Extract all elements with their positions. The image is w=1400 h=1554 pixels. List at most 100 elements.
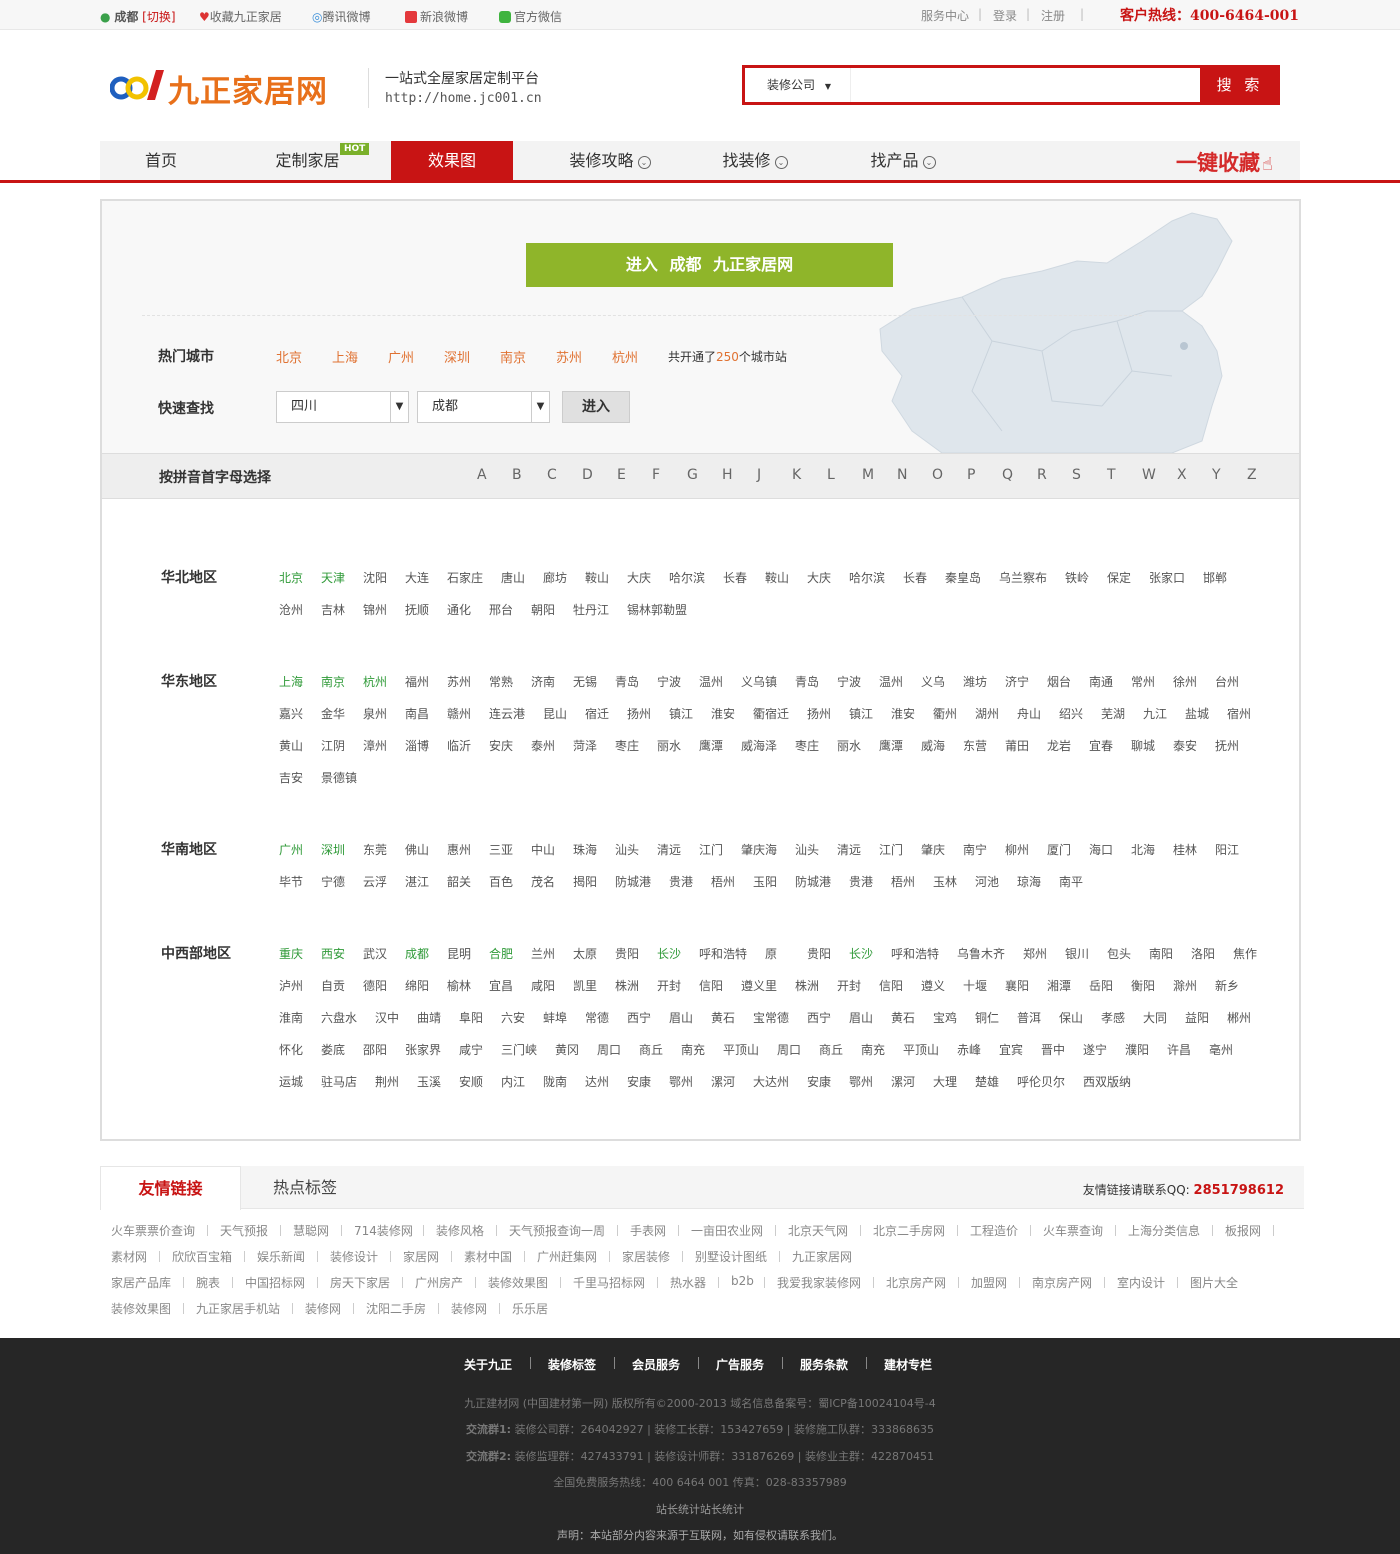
enter-city-site-button[interactable]: 进入 成都 九正家居网 [526,243,893,287]
city-link[interactable]: 威海泽 [741,737,777,754]
city-link[interactable]: 揭阳 [573,873,597,890]
city-link[interactable]: 百色 [489,873,513,890]
city-link[interactable]: 吉安 [279,769,303,786]
friend-link[interactable]: 家居网 [403,1248,439,1265]
city-link[interactable]: 达州 [585,1073,609,1090]
city-link[interactable]: 漳州 [363,737,387,754]
city-link[interactable]: 玉溪 [417,1073,441,1090]
pinyin-letter-link[interactable]: G [687,467,698,483]
city-link[interactable]: 徐州 [1173,673,1197,690]
city-link[interactable]: 淮南 [279,1009,303,1026]
city-link[interactable]: 洛阳 [1191,945,1215,962]
city-link[interactable]: 驻马店 [321,1073,357,1090]
pinyin-letter-link[interactable]: M [862,467,874,483]
city-link[interactable]: 中山 [531,841,555,858]
city-link[interactable]: 锦州 [363,601,387,618]
footer-nav-link[interactable]: 关于九正 [464,1356,512,1373]
city-link[interactable]: 三亚 [489,841,513,858]
friend-link[interactable]: 热水器 [670,1274,706,1291]
city-link[interactable]: 菏泽 [573,737,597,754]
friend-link[interactable]: 火车票票价查询 [111,1222,195,1239]
city-link[interactable]: 鄂州 [669,1073,693,1090]
search-button[interactable]: 搜 索 [1200,65,1280,105]
city-link[interactable]: 临沂 [447,737,471,754]
friend-link[interactable]: 家居装修 [622,1248,670,1265]
city-link[interactable]: 桂林 [1173,841,1197,858]
city-link[interactable]: 北京 [279,569,303,586]
friend-link[interactable]: 手表网 [630,1222,666,1239]
city-link[interactable]: 惠州 [447,841,471,858]
city-link[interactable]: 济南 [531,673,555,690]
city-link[interactable]: 海口 [1089,841,1113,858]
hot-city-link[interactable]: 上海 [332,347,358,366]
friend-link[interactable]: 千里马招标网 [573,1274,645,1291]
city-link[interactable]: 平顶山 [903,1041,939,1058]
city-link[interactable]: 贵港 [669,873,693,890]
city-link[interactable]: 泸州 [279,977,303,994]
pinyin-letter-link[interactable]: C [547,467,557,483]
city-link[interactable]: 淮安 [891,705,915,722]
city-link[interactable]: 宿迁 [585,705,609,722]
city-link[interactable]: 牡丹江 [573,601,609,618]
city-link[interactable]: 眉山 [849,1009,873,1026]
city-link[interactable]: 珠海 [573,841,597,858]
city-link[interactable]: 南通 [1089,673,1113,690]
city-link[interactable]: 鹰潭 [879,737,903,754]
city-link[interactable]: 邵阳 [363,1041,387,1058]
city-link[interactable]: 信阳 [879,977,903,994]
city-link[interactable]: 抚州 [1215,737,1239,754]
friend-link[interactable]: 广州房产 [415,1274,463,1291]
city-link[interactable]: 太原 [573,945,597,962]
city-link[interactable]: 新乡 [1215,977,1239,994]
city-link[interactable]: 云浮 [363,873,387,890]
city-link[interactable]: 亳州 [1209,1041,1233,1058]
city-link[interactable]: 扬州 [627,705,651,722]
city-link[interactable]: 银川 [1065,945,1089,962]
friend-link[interactable]: 九正家居网 [792,1248,852,1265]
pinyin-letter-link[interactable]: W [1142,467,1156,483]
city-link[interactable]: 普洱 [1017,1009,1041,1026]
city-link[interactable]: 重庆 [279,945,303,962]
city-link[interactable]: 开封 [657,977,681,994]
register-link[interactable]: 注册 [1041,7,1065,24]
city-link[interactable]: 南充 [861,1041,885,1058]
city-link[interactable]: 锡林郭勒盟 [627,601,687,618]
city-link[interactable]: 沧州 [279,601,303,618]
city-link[interactable]: 无锡 [573,673,597,690]
city-link[interactable]: 南平 [1059,873,1083,890]
city-link[interactable]: 原 [765,945,777,962]
friend-link[interactable]: 图片大全 [1190,1274,1238,1291]
city-link[interactable]: 漯河 [711,1073,735,1090]
city-link[interactable]: 淄博 [405,737,429,754]
hot-city-link[interactable]: 广州 [388,347,414,366]
city-link[interactable]: 泰安 [1173,737,1197,754]
hot-city-link[interactable]: 杭州 [612,347,638,366]
city-link[interactable]: 东莞 [363,841,387,858]
city-link[interactable]: 汉中 [375,1009,399,1026]
city-link[interactable]: 株洲 [795,977,819,994]
city-link[interactable]: 茂名 [531,873,555,890]
pinyin-letter-link[interactable]: Q [1002,467,1013,483]
city-link[interactable]: 周口 [777,1041,801,1058]
city-link[interactable]: 肇庆 [921,841,945,858]
switch-city-link[interactable]: [切换] [142,10,175,24]
friend-link[interactable]: 北京二手房网 [873,1222,945,1239]
city-link[interactable]: 防城港 [615,873,651,890]
city-link[interactable]: 赣州 [447,705,471,722]
city-link[interactable]: 许昌 [1167,1041,1191,1058]
city-link[interactable]: 常州 [1131,673,1155,690]
city-link[interactable]: 哈尔滨 [849,569,885,586]
city-link[interactable]: 宁波 [837,673,861,690]
city-link[interactable]: 六盘水 [321,1009,357,1026]
city-link[interactable]: 眉山 [669,1009,693,1026]
hot-city-link[interactable]: 深圳 [444,347,470,366]
city-link[interactable]: 景德镇 [321,769,357,786]
city-link[interactable]: 厦门 [1047,841,1071,858]
city-link[interactable]: 潍坊 [963,673,987,690]
city-link[interactable]: 榆林 [447,977,471,994]
city-link[interactable]: 遵义里 [741,977,777,994]
city-link[interactable]: 贵港 [849,873,873,890]
site-logo[interactable]: 九正家居网 [109,64,350,110]
friend-link[interactable]: 天气预报 [220,1222,268,1239]
footer-nav-link[interactable]: 会员服务 [632,1356,680,1373]
